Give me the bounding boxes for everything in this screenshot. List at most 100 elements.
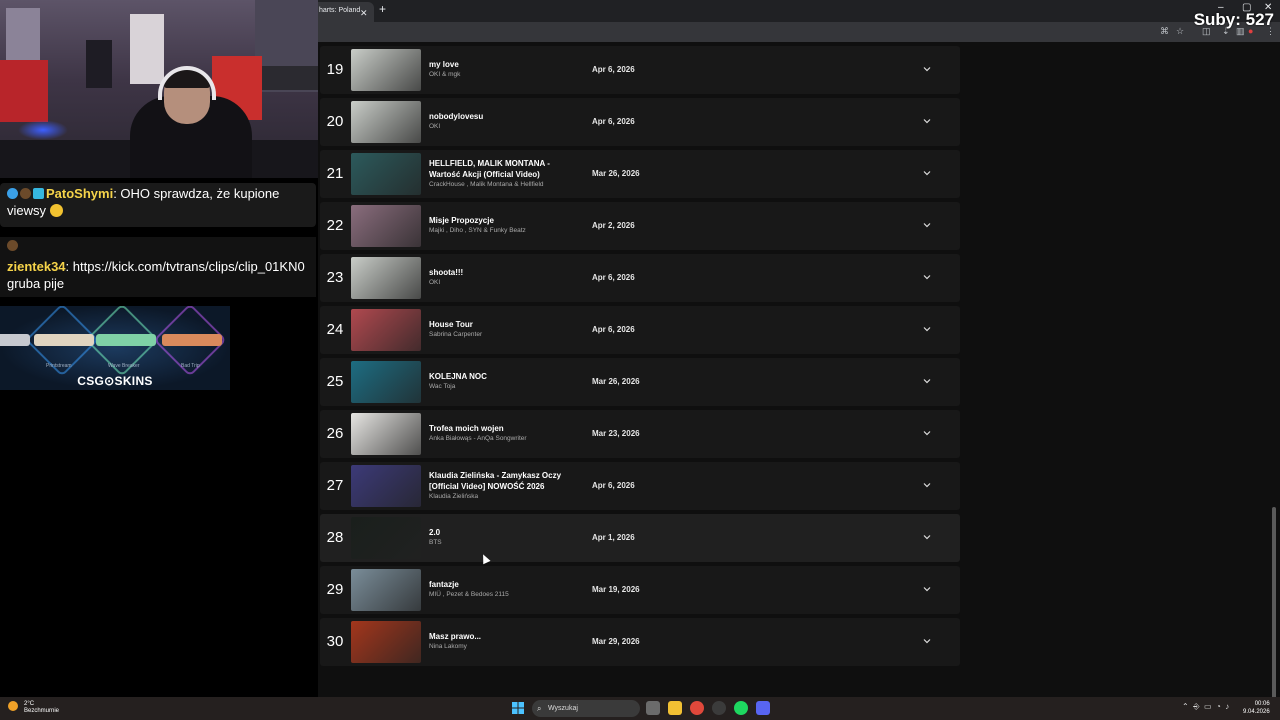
video-thumbnail[interactable] <box>351 153 421 195</box>
close-tab-icon[interactable]: ✕ <box>360 5 368 22</box>
search-icon: ⌕ <box>537 704 542 713</box>
chart-row[interactable]: 22 Misje Propozycje Majki , Diho , SYN & F… <box>320 202 960 250</box>
song-info[interactable]: HELLFIELD, MALIK MONTANA - Wartość Akcji … <box>429 158 599 190</box>
video-thumbnail[interactable] <box>351 49 421 91</box>
translate-icon[interactable]: ⌘ <box>1160 26 1169 37</box>
chevron-down-icon[interactable] <box>921 427 933 439</box>
song-title: nobodylovesu <box>429 112 484 121</box>
clock-date: 9.04.2026 <box>1243 709 1270 715</box>
song-info[interactable]: Misje Propozycje Majki , Diho , SYN & Fun… <box>429 215 599 236</box>
artist-name: Anka Białowąs - AnQa Songwriter <box>429 435 527 442</box>
video-thumbnail[interactable] <box>351 413 421 455</box>
artist-name: MIÜ , Pezet & Bedoes 2115 <box>429 591 509 598</box>
address-bar[interactable] <box>318 22 1280 42</box>
chat-username[interactable]: PatoShymi <box>46 186 113 201</box>
rocket-badge-icon <box>7 188 18 199</box>
song-info[interactable]: KOLEJNA NOC Wac Toja <box>429 371 599 392</box>
chart-row[interactable]: 24 House Tour Sabrina Carpenter Apr 6, 2026 <box>320 306 960 354</box>
chart-row[interactable]: 19 my love OKI & mgk Apr 6, 2026 <box>320 46 960 94</box>
video-thumbnail[interactable] <box>351 309 421 351</box>
search-placeholder: Wyszukaj <box>548 705 578 712</box>
chevron-down-icon[interactable] <box>921 375 933 387</box>
obs-icon[interactable] <box>712 701 726 715</box>
chevron-down-icon[interactable] <box>921 167 933 179</box>
artist-name: Wac Toja <box>429 383 456 390</box>
release-date: Apr 1, 2026 <box>592 533 635 542</box>
video-thumbnail[interactable] <box>351 517 421 559</box>
song-info[interactable]: Klaudia Zielińska - Zamykasz Oczy [Offici… <box>429 470 599 502</box>
song-title: my love <box>429 60 459 69</box>
chevron-down-icon[interactable] <box>921 583 933 595</box>
charts-page: 19 my love OKI & mgk Apr 6, 2026 20 nobodylov… <box>318 42 1280 697</box>
spotify-icon[interactable] <box>734 701 748 715</box>
chevron-down-icon[interactable] <box>921 63 933 75</box>
song-title: Klaudia Zielińska - Zamykasz Oczy <box>429 471 562 480</box>
chart-row[interactable]: 30 Masz prawo... Nina Lakomy Mar 29, 2026 <box>320 618 960 666</box>
song-info[interactable]: Masz prawo... Nina Lakomy <box>429 631 599 652</box>
taskbar-search-input[interactable]: ⌕ Wyszukaj <box>532 700 640 717</box>
sponsor-banner[interactable]: Printstream Wave Breaker Bad Trip CSG⊙SK… <box>0 306 230 390</box>
artist-name: Majki , Diho , SYN & Funky Beatz <box>429 227 526 234</box>
video-thumbnail[interactable] <box>351 257 421 299</box>
chart-row[interactable]: 27 Klaudia Zielińska - Zamykasz Oczy [Offi… <box>320 462 960 510</box>
song-info[interactable]: 2.0 BTS <box>429 527 599 548</box>
chart-row[interactable]: 28 2.0 BTS Apr 1, 2026 <box>320 514 960 562</box>
chart-row[interactable]: 25 KOLEJNA NOC Wac Toja Mar 26, 2026 <box>320 358 960 406</box>
chart-row[interactable]: 21 HELLFIELD, MALIK MONTANA - Wartość Akcj… <box>320 150 960 198</box>
song-info[interactable]: House Tour Sabrina Carpenter <box>429 319 599 340</box>
windows-start-icon[interactable] <box>512 702 524 714</box>
chart-row[interactable]: 23 shoota!!! OKI Apr 6, 2026 <box>320 254 960 302</box>
artist-name: Nina Lakomy <box>429 643 467 650</box>
video-thumbnail[interactable] <box>351 465 421 507</box>
chart-row[interactable]: 29 fantazje MIÜ , Pezet & Bedoes 2115 Mar 1… <box>320 566 960 614</box>
song-info[interactable]: fantazje MIÜ , Pezet & Bedoes 2115 <box>429 579 599 600</box>
chevron-down-icon[interactable] <box>921 219 933 231</box>
skin-label: Bad Trip <box>181 363 200 369</box>
video-thumbnail[interactable] <box>351 205 421 247</box>
discord-icon[interactable] <box>756 701 770 715</box>
scrollbar[interactable] <box>1272 507 1276 697</box>
rank-number: 30 <box>326 633 344 650</box>
chevron-down-icon[interactable] <box>921 323 933 335</box>
file-explorer-icon[interactable] <box>668 701 682 715</box>
webcam-feed <box>0 0 318 178</box>
chevron-down-icon[interactable] <box>921 531 933 543</box>
chevron-down-icon[interactable] <box>921 271 933 283</box>
song-info[interactable]: nobodylovesu OKI <box>429 111 599 132</box>
song-info[interactable]: my love OKI & mgk <box>429 59 599 80</box>
taskbar-clock[interactable]: 00:06 9.04.2026 <box>1243 700 1270 716</box>
song-title: Misje Propozycje <box>429 216 494 225</box>
song-info[interactable]: Trofea moich wojen Anka Białowąs - AnQa S… <box>429 423 599 444</box>
artist-name: BTS <box>429 539 442 546</box>
system-tray[interactable]: ⌃ ⎆ ▭ ◔ ♪ <box>1182 702 1229 712</box>
song-title-cont: [Official Video] NOWOŚĆ 2026 <box>429 482 545 491</box>
chevron-down-icon[interactable] <box>921 479 933 491</box>
release-date: Apr 2, 2026 <box>592 221 635 230</box>
video-thumbnail[interactable] <box>351 569 421 611</box>
chat-text: gruba pije <box>7 276 65 291</box>
song-info[interactable]: shoota!!! OKI <box>429 267 599 288</box>
artist-name: OKI <box>429 279 441 286</box>
chat-link[interactable]: : https://kick.com/tvtrans/clips/clip_01… <box>66 259 305 274</box>
chart-row[interactable]: 26 Trofea moich wojen Anka Białowąs - AnQa… <box>320 410 960 458</box>
chat-username[interactable]: zientek34 <box>7 259 66 274</box>
song-title: shoota!!! <box>429 268 464 277</box>
tab-charts-poland[interactable]: harts: Poland ✕ <box>318 2 374 22</box>
bookmark-star-icon[interactable]: ☆ <box>1176 26 1184 37</box>
new-tab-button[interactable]: + <box>379 2 386 16</box>
video-thumbnail[interactable] <box>351 361 421 403</box>
video-thumbnail[interactable] <box>351 621 421 663</box>
rank-number: 21 <box>326 165 344 182</box>
artist-name: Sabrina Carpenter <box>429 331 483 338</box>
chrome-icon[interactable] <box>690 701 704 715</box>
skin-label: Wave Breaker <box>108 363 140 369</box>
weather-widget[interactable]: 2°C Bezchmurnie <box>8 701 59 715</box>
video-thumbnail[interactable] <box>351 101 421 143</box>
rifle-skin-icon <box>0 334 30 346</box>
song-title: Masz prawo... <box>429 632 482 641</box>
chart-row[interactable]: 20 nobodylovesu OKI Apr 6, 2026 <box>320 98 960 146</box>
chevron-down-icon[interactable] <box>921 635 933 647</box>
rank-number: 20 <box>326 113 344 130</box>
chevron-down-icon[interactable] <box>921 115 933 127</box>
task-view-icon[interactable] <box>646 701 660 715</box>
